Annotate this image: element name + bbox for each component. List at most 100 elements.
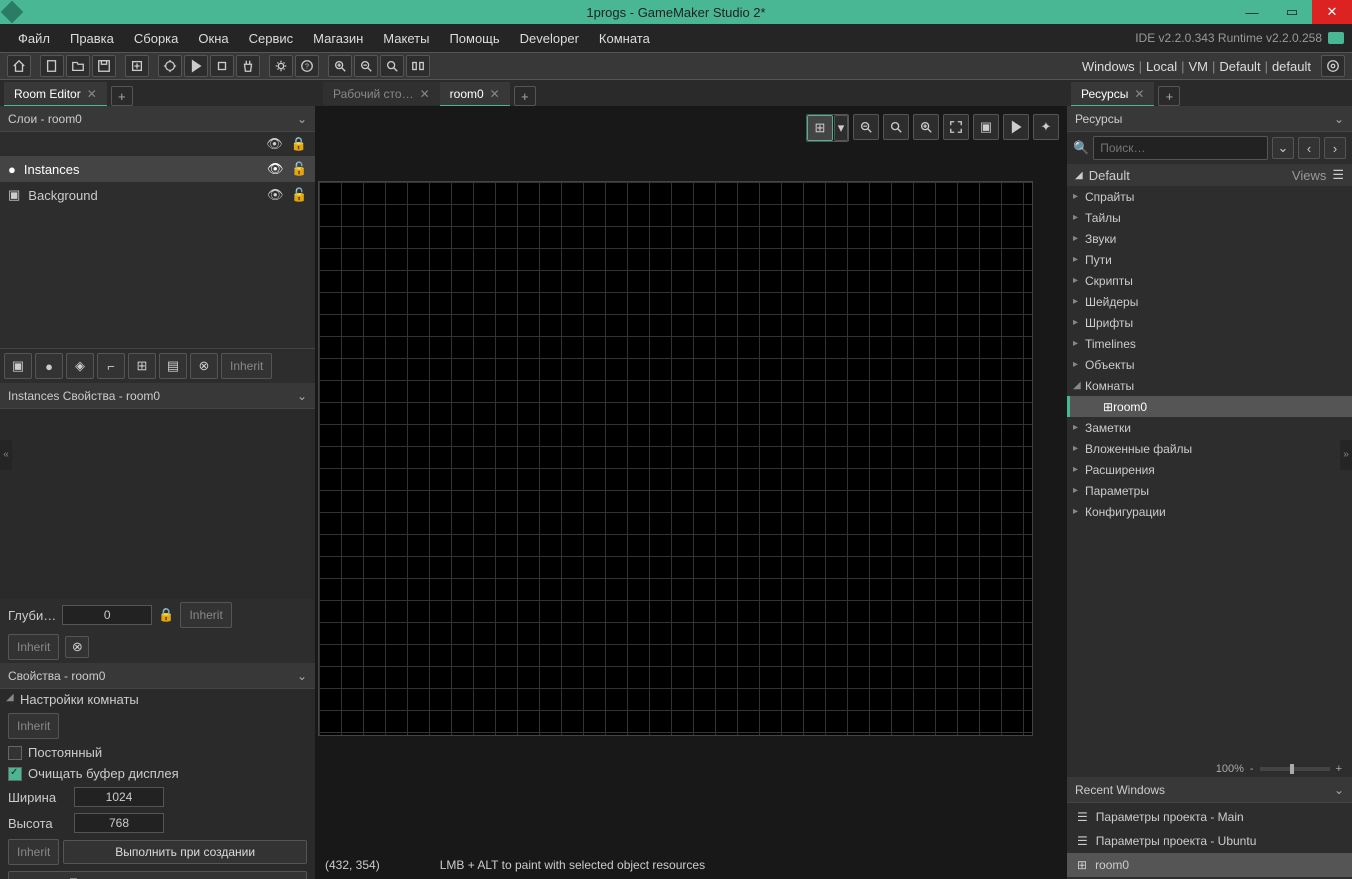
folder-objects[interactable]: Объекты bbox=[1067, 354, 1352, 375]
add-background-layer-button[interactable]: ▣ bbox=[4, 353, 32, 379]
nav-next-button[interactable]: › bbox=[1324, 137, 1346, 159]
folder-extensions[interactable]: Расширения bbox=[1067, 459, 1352, 480]
minimize-button[interactable]: — bbox=[1232, 0, 1272, 24]
target-location[interactable]: Local bbox=[1146, 59, 1177, 74]
add-tab-button[interactable]: + bbox=[514, 86, 536, 106]
select-tool-button[interactable]: ✦ bbox=[1033, 114, 1059, 140]
resource-room0[interactable]: ⊞ room0 bbox=[1067, 396, 1352, 417]
folder-included-files[interactable]: Вложенные файлы bbox=[1067, 438, 1352, 459]
folder-shaders[interactable]: Шейдеры bbox=[1067, 291, 1352, 312]
recent-item-room0[interactable]: ⊞ room0 bbox=[1067, 853, 1352, 877]
target-device[interactable]: default bbox=[1272, 59, 1311, 74]
persistent-checkbox[interactable] bbox=[8, 746, 22, 760]
close-tab-icon[interactable]: ✕ bbox=[420, 87, 430, 101]
folder-scripts[interactable]: Скрипты bbox=[1067, 270, 1352, 291]
layer-visibility-toggle[interactable]: 👁 bbox=[267, 187, 283, 203]
default-group-label[interactable]: Default bbox=[1089, 168, 1130, 183]
layer-visibility-toggle[interactable]: 👁 bbox=[267, 161, 283, 177]
zoom-out-button[interactable] bbox=[354, 55, 378, 77]
menu-file[interactable]: Файл bbox=[8, 27, 60, 50]
room-props-header[interactable]: Свойства - room0 ⌄ bbox=[0, 663, 315, 689]
search-dropdown-button[interactable]: ⌄ bbox=[1272, 137, 1294, 159]
layer-background[interactable]: ▣Background 👁 🔓 bbox=[0, 182, 315, 208]
layer-lock-toggle[interactable]: 🔓 bbox=[291, 161, 307, 177]
create-exe-button[interactable] bbox=[125, 55, 149, 77]
grid-toggle-button[interactable]: ⊞ bbox=[807, 115, 833, 141]
target-vm[interactable]: VM bbox=[1188, 59, 1208, 74]
layers-header[interactable]: Слои - room0 ⌄ bbox=[0, 106, 315, 132]
lock-icon[interactable]: 🔒 bbox=[158, 607, 174, 623]
recent-windows-header[interactable]: Recent Windows ⌄ bbox=[1067, 777, 1352, 803]
home-button[interactable] bbox=[7, 55, 31, 77]
layer-lock-toggle[interactable]: 🔓 bbox=[291, 187, 307, 203]
close-tab-icon[interactable]: ✕ bbox=[490, 87, 500, 101]
add-tab-button[interactable]: + bbox=[1158, 86, 1180, 106]
clear-display-checkbox[interactable] bbox=[8, 767, 22, 781]
collapse-right-button[interactable]: » bbox=[1340, 440, 1352, 470]
recent-item-main[interactable]: ☰ Параметры проекта - Main bbox=[1067, 805, 1352, 829]
save-button[interactable] bbox=[92, 55, 116, 77]
grid-dropdown-button[interactable]: ▾ bbox=[834, 115, 848, 141]
docks-button[interactable] bbox=[406, 55, 430, 77]
notifications-icon[interactable] bbox=[1328, 32, 1344, 44]
tab-workspace[interactable]: Рабочий сто… ✕ bbox=[323, 82, 440, 106]
menu-layouts[interactable]: Макеты bbox=[373, 27, 439, 50]
creation-code-button[interactable]: Выполнить при создании bbox=[63, 840, 307, 864]
canvas-zoom-reset-button[interactable] bbox=[883, 114, 909, 140]
resources-header[interactable]: Ресурсы ⌄ bbox=[1067, 106, 1352, 132]
folder-options[interactable]: Параметры bbox=[1067, 480, 1352, 501]
menu-windows[interactable]: Окна bbox=[188, 27, 238, 50]
clean-button[interactable] bbox=[236, 55, 260, 77]
collapse-left-button[interactable]: « bbox=[0, 440, 12, 470]
room-canvas[interactable] bbox=[318, 181, 1033, 736]
canvas-zoom-in-button[interactable] bbox=[913, 114, 939, 140]
add-folder-button[interactable]: ▤ bbox=[159, 353, 187, 379]
add-asset-layer-button[interactable]: ⊞ bbox=[128, 353, 156, 379]
zoom-in-button[interactable] bbox=[328, 55, 352, 77]
resource-search-input[interactable] bbox=[1093, 136, 1268, 160]
close-button[interactable]: ✕ bbox=[1312, 0, 1352, 24]
width-input[interactable] bbox=[74, 787, 164, 807]
target-platform[interactable]: Windows bbox=[1082, 59, 1135, 74]
menu-tools[interactable]: Сервис bbox=[239, 27, 304, 50]
inherit-room-button[interactable]: Inherit bbox=[8, 713, 59, 739]
menu-room[interactable]: Комната bbox=[589, 27, 660, 50]
nav-prev-button[interactable]: ‹ bbox=[1298, 137, 1320, 159]
add-tab-button[interactable]: + bbox=[111, 86, 133, 106]
help-button[interactable]: ? bbox=[295, 55, 319, 77]
recent-item-ubuntu[interactable]: ☰ Параметры проекта - Ubuntu bbox=[1067, 829, 1352, 853]
zoom-slider[interactable] bbox=[1260, 767, 1330, 771]
delete-layer-button[interactable]: ⊗ bbox=[190, 353, 218, 379]
tab-room0[interactable]: room0 ✕ bbox=[440, 82, 510, 106]
inherit-depth-button[interactable]: Inherit bbox=[180, 602, 231, 628]
layer-view-button[interactable]: ▣ bbox=[973, 114, 999, 140]
menu-build[interactable]: Сборка bbox=[124, 27, 189, 50]
close-tab-icon[interactable]: ✕ bbox=[1134, 87, 1144, 101]
play-animation-button[interactable] bbox=[1003, 114, 1029, 140]
zoom-reset-button[interactable] bbox=[380, 55, 404, 77]
clear-button[interactable]: ⊗ bbox=[65, 636, 89, 658]
views-button[interactable]: Views bbox=[1292, 168, 1326, 183]
instance-props-header[interactable]: Instances Свойства - room0 ⌄ bbox=[0, 383, 315, 409]
canvas-zoom-out-button[interactable] bbox=[853, 114, 879, 140]
height-input[interactable] bbox=[74, 813, 164, 833]
folder-tilesets[interactable]: Тайлы bbox=[1067, 207, 1352, 228]
run-button[interactable] bbox=[184, 55, 208, 77]
menu-help[interactable]: Помощь bbox=[439, 27, 509, 50]
open-project-button[interactable] bbox=[66, 55, 90, 77]
folder-paths[interactable]: Пути bbox=[1067, 249, 1352, 270]
folder-fonts[interactable]: Шрифты bbox=[1067, 312, 1352, 333]
folder-sprites[interactable]: Спрайты bbox=[1067, 186, 1352, 207]
maximize-button[interactable]: ▭ bbox=[1272, 0, 1312, 24]
depth-input[interactable] bbox=[62, 605, 152, 625]
layer-instances[interactable]: ●Instances 👁 🔓 bbox=[0, 156, 315, 182]
folder-sounds[interactable]: Звуки bbox=[1067, 228, 1352, 249]
instance-order-button[interactable]: Порядок создания экземпляров bbox=[8, 871, 307, 879]
room-settings-group[interactable]: Настройки комнаты bbox=[0, 689, 315, 710]
inherit-size-button[interactable]: Inherit bbox=[8, 839, 59, 865]
stop-button[interactable] bbox=[210, 55, 234, 77]
folder-notes[interactable]: Заметки bbox=[1067, 417, 1352, 438]
menu-developer[interactable]: Developer bbox=[510, 27, 589, 50]
target-config[interactable]: Default bbox=[1219, 59, 1260, 74]
close-tab-icon[interactable]: ✕ bbox=[87, 87, 97, 101]
